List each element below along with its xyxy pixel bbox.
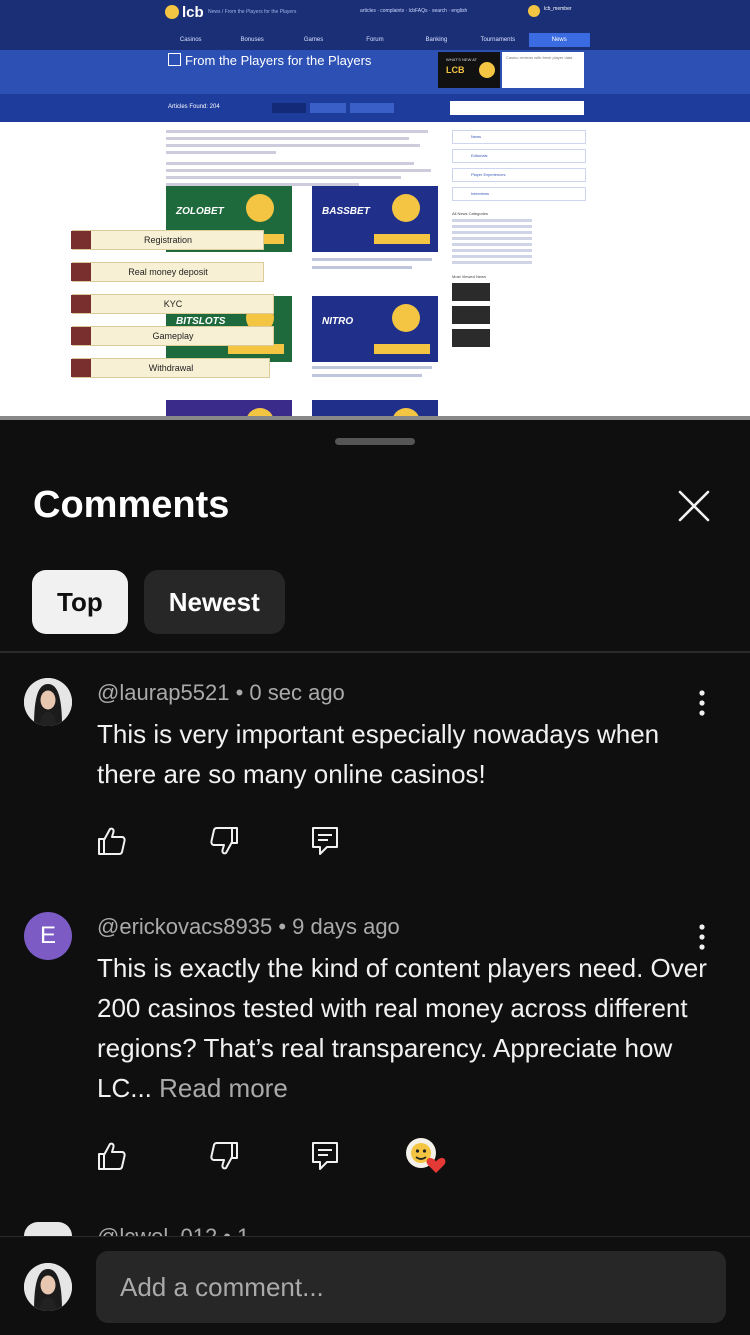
video-filter-button xyxy=(350,103,394,113)
user-photo-icon xyxy=(24,678,72,726)
creator-hearted-icon xyxy=(406,1138,446,1173)
video-page-heading: From the Players for the Players xyxy=(168,53,371,68)
video-nav-item-active: News xyxy=(528,33,590,47)
reply-button[interactable] xyxy=(309,1140,341,1172)
close-icon xyxy=(678,490,710,522)
video-filter-bar: Articles Found: 204 xyxy=(0,94,750,122)
video-card-brand: ZOLOBET xyxy=(176,206,224,217)
video-step: KYC xyxy=(71,294,274,314)
video-page-heading-band: From the Players for the Players xyxy=(0,50,750,94)
video-nav: Casinos Bonuses Games Forum Banking Tour… xyxy=(160,33,590,47)
add-comment-input[interactable] xyxy=(96,1251,726,1323)
comment-time: 9 days ago xyxy=(292,914,400,939)
mascot-icon xyxy=(392,304,420,332)
thumbs-down-icon xyxy=(210,1142,238,1170)
mascot-icon xyxy=(392,194,420,222)
video-user-avatar xyxy=(528,5,540,17)
video-nav-item: Games xyxy=(303,37,324,43)
video-site-header: lcb News / From the Players for the Play… xyxy=(0,0,750,50)
video-sidebar: News Editorials Player Experiences Inter… xyxy=(452,130,586,348)
comment-author[interactable]: @laurap5521 xyxy=(97,680,229,705)
video-filter-button xyxy=(272,103,306,113)
video-card: NITRO xyxy=(312,296,438,362)
like-button[interactable] xyxy=(96,1140,128,1172)
video-nav-item: Banking xyxy=(425,37,448,43)
video-most-viewed: Most Viewed News xyxy=(452,274,586,348)
comment-meta: @erickovacs8935 • 9 days ago xyxy=(97,914,400,940)
mascot-icon xyxy=(246,194,274,222)
comment-time: 0 sec ago xyxy=(249,680,345,705)
video-user-name: lcb_member xyxy=(544,6,572,12)
dislike-button[interactable] xyxy=(208,1140,240,1172)
comment-meta: @laurap5521 • 0 sec ago xyxy=(97,680,345,706)
video-promo-brand: LCB xyxy=(446,65,465,75)
video-articles-found: Articles Found: 204 xyxy=(168,104,220,110)
sort-tabs: Top Newest xyxy=(32,570,285,634)
mascot-icon xyxy=(479,62,495,78)
video-sidebar-button: Editorials xyxy=(452,149,586,163)
avatar[interactable] xyxy=(24,678,72,726)
tab-newest[interactable]: Newest xyxy=(143,570,285,634)
video-filter-button xyxy=(310,103,346,113)
like-button[interactable] xyxy=(96,825,128,857)
comment-text: This is very important especially nowada… xyxy=(97,719,660,789)
reply-icon xyxy=(312,827,338,855)
video-most-viewed-title: Most Viewed News xyxy=(452,274,486,279)
dislike-button[interactable] xyxy=(208,825,240,857)
video-card-brand: BASSBET xyxy=(322,206,370,217)
user-photo-icon xyxy=(24,1263,72,1311)
video-promo-small: WHAT'S NEW AT xyxy=(446,57,478,62)
video-nav-item: Casinos xyxy=(179,37,202,43)
reply-button[interactable] xyxy=(309,825,341,857)
video-nav-item: Tournaments xyxy=(480,37,516,43)
video-step: Real money deposit xyxy=(71,262,264,282)
meta-separator: • xyxy=(235,680,244,705)
video-promo-text: Casino reviews with fresh player data xyxy=(506,55,573,60)
video-step: Withdrawal xyxy=(71,358,270,378)
video-article-text xyxy=(166,130,442,190)
my-avatar xyxy=(24,1263,72,1311)
video-step: Gameplay xyxy=(71,326,274,346)
partial-comment-meta: @lcwol_012 • 1 xyxy=(97,1226,249,1236)
video-sidebar-button: Interviews xyxy=(452,187,586,201)
video-progress-bar[interactable] xyxy=(0,416,750,420)
comment-author[interactable]: @erickovacs8935 xyxy=(97,914,272,939)
video-nav-item: Forum xyxy=(366,37,384,43)
video-top-links: articles · complaints · lcbFAQs · search… xyxy=(360,8,468,14)
sheet-title: Comments xyxy=(33,484,230,526)
avatar[interactable] xyxy=(24,1222,72,1236)
video-sidebar-button: Player Experiences xyxy=(452,168,586,182)
video-nav-item: Bonuses xyxy=(240,37,264,43)
video-search-box xyxy=(450,101,584,115)
thumbs-up-icon xyxy=(98,827,126,855)
video-categories-title: All News Categories xyxy=(452,211,489,216)
tab-top[interactable]: Top xyxy=(32,570,128,634)
reply-icon xyxy=(312,1142,338,1170)
video-card: BASSBET xyxy=(312,186,438,252)
avatar[interactable]: E xyxy=(24,912,72,960)
video-site-logo: lcb xyxy=(165,4,204,21)
video-promo-text-box: Casino reviews with fresh player data xyxy=(502,52,584,88)
video-card-brand: NITRO xyxy=(322,316,354,327)
drag-handle[interactable] xyxy=(335,438,415,445)
meta-separator: • xyxy=(278,914,287,939)
comment-text: This is exactly the kind of content play… xyxy=(97,948,707,1108)
close-button[interactable] xyxy=(674,486,714,526)
video-sidebar-button: News xyxy=(452,130,586,144)
video-categories: All News Categories xyxy=(452,211,586,264)
video-player[interactable]: lcb News / From the Players for the Play… xyxy=(0,0,750,420)
video-promo-banner: WHAT'S NEW AT LCB xyxy=(438,52,500,88)
comments-sheet: Comments Top Newest xyxy=(0,422,750,1334)
video-watermark: lcb.org xyxy=(644,372,698,389)
creator-heart-badge xyxy=(405,1137,447,1175)
video-breadcrumb: News / From the Players for the Players xyxy=(208,9,297,15)
read-more-link[interactable]: Read more xyxy=(159,1073,288,1103)
video-step: Registration xyxy=(71,230,264,250)
divider xyxy=(0,651,750,653)
thumbs-down-icon xyxy=(210,827,238,855)
thumbs-up-icon xyxy=(98,1142,126,1170)
comment-composer xyxy=(0,1236,750,1335)
